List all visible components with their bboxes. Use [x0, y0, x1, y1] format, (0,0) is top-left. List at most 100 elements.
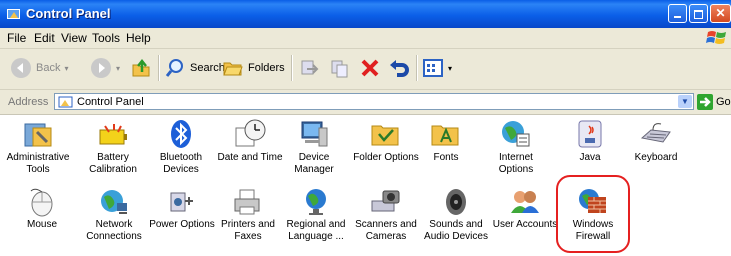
close-icon: ✕ [715, 6, 726, 20]
views-icon [423, 59, 443, 77]
item-label: Regional and Language ... [286, 219, 346, 242]
keyboard-icon [640, 123, 671, 143]
item-sounds-and-audio-devices[interactable]: Sounds and Audio Devices [420, 187, 492, 243]
windows-firewall-highlight [556, 175, 630, 253]
menu-edit[interactable]: Edit [34, 31, 55, 45]
item-label: Device Manager [294, 152, 334, 175]
folders-button[interactable]: Folders [222, 53, 285, 83]
control-panel-icon [58, 96, 73, 108]
go-button[interactable]: Go [697, 93, 731, 111]
network-connections-icon [101, 190, 127, 214]
item-label: Keyboard [634, 152, 678, 163]
title-bar: Control Panel ✕ [0, 0, 731, 28]
views-dropdown-icon[interactable]: ▾ [448, 64, 452, 73]
address-label: Address [8, 96, 49, 108]
delete-icon [361, 59, 379, 77]
folders-label: Folders [248, 62, 285, 74]
windows-logo-icon [706, 31, 726, 44]
search-icon [165, 59, 183, 77]
battery-calibration-icon [99, 124, 127, 145]
close-button[interactable]: ✕ [710, 4, 731, 23]
move-to-icon [301, 60, 319, 75]
item-internet-options[interactable]: Internet Options [480, 118, 552, 176]
forward-arrow-icon [91, 58, 111, 78]
user-accounts-icon [511, 191, 539, 213]
item-user-accounts[interactable]: User Accounts [489, 187, 561, 231]
item-label: Network Connections [86, 219, 142, 242]
device-manager-icon [301, 121, 328, 147]
item-label: Administrative Tools [6, 152, 70, 175]
item-battery-calibration[interactable]: Battery Calibration [77, 118, 149, 176]
address-field[interactable]: Control Panel ▼ [54, 93, 694, 110]
item-label: Date and Time [217, 152, 283, 163]
item-java[interactable]: Java [554, 118, 626, 164]
item-administrative-tools[interactable]: Administrative Tools [2, 118, 74, 176]
restore-icon [694, 10, 703, 19]
move-to-button[interactable] [299, 53, 321, 83]
back-button[interactable]: Back ▾ [10, 53, 68, 83]
toolbar-separator [158, 55, 160, 81]
control-panel-icon [7, 9, 20, 19]
item-device-manager[interactable]: Device Manager [278, 118, 350, 176]
up-button[interactable] [130, 53, 152, 83]
maximize-button[interactable] [689, 4, 708, 23]
item-date-and-time[interactable]: Date and Time [214, 118, 286, 164]
java-icon [578, 120, 602, 148]
printers-faxes-icon [234, 189, 260, 215]
item-fonts[interactable]: Fonts [410, 118, 482, 164]
item-mouse[interactable]: Mouse [6, 187, 78, 231]
copy-to-icon [331, 60, 348, 78]
address-value: Control Panel [77, 96, 144, 108]
search-button[interactable]: Search [164, 53, 225, 83]
item-regional-and-language[interactable]: Regional and Language ... [280, 187, 352, 243]
item-keyboard[interactable]: Keyboard [620, 118, 692, 164]
item-scanners-and-cameras[interactable]: Scanners and Cameras [350, 187, 422, 243]
administrative-tools-icon [24, 123, 52, 147]
sounds-audio-icon [446, 189, 466, 215]
copy-to-button[interactable] [329, 53, 351, 83]
forward-dropdown-icon[interactable]: ▾ [116, 64, 120, 73]
power-options-icon [170, 192, 193, 212]
undo-icon [390, 60, 409, 77]
minimize-icon [674, 16, 681, 18]
undo-button[interactable] [388, 53, 410, 83]
item-label: Printers and Faxes [221, 219, 275, 242]
toolbar-separator [416, 55, 418, 81]
folder-options-icon [371, 125, 399, 146]
internet-options-icon [502, 121, 530, 147]
toolbar: Back ▾ ▾ Search Folders ▾ [0, 49, 731, 90]
item-label: Java [579, 152, 601, 163]
address-bar: Address Control Panel ▼ Go [0, 90, 731, 115]
search-label: Search [190, 62, 225, 74]
item-label: Mouse [26, 219, 57, 230]
up-folder-icon [132, 58, 150, 77]
item-printers-and-faxes[interactable]: Printers and Faxes [212, 187, 284, 243]
scanners-cameras-icon [371, 190, 400, 212]
back-dropdown-icon[interactable]: ▾ [64, 64, 68, 73]
item-label: Power Options [149, 219, 215, 230]
back-arrow-icon [11, 58, 31, 78]
mouse-icon [30, 188, 53, 217]
minimize-button[interactable] [668, 4, 687, 23]
back-label: Back [36, 62, 61, 74]
views-button[interactable]: ▾ [422, 53, 452, 83]
forward-button[interactable]: ▾ [90, 53, 120, 83]
menu-help[interactable]: Help [126, 31, 151, 45]
delete-button[interactable] [359, 53, 381, 83]
item-network-connections[interactable]: Network Connections [78, 187, 150, 243]
toolbar-separator [291, 55, 293, 81]
date-time-icon [235, 119, 266, 147]
regional-language-icon [306, 189, 326, 215]
go-arrow-icon [697, 94, 713, 110]
item-label: Sounds and Audio Devices [424, 219, 488, 242]
folders-icon [223, 62, 243, 76]
menu-view[interactable]: View [61, 31, 87, 45]
item-bluetooth-devices[interactable]: Bluetooth Devices [145, 118, 217, 176]
item-label: Internet Options [498, 152, 534, 175]
address-dropdown-icon[interactable]: ▼ [678, 95, 692, 108]
menu-tools[interactable]: Tools [92, 31, 120, 45]
menu-file[interactable]: File [7, 31, 26, 45]
window-title: Control Panel [26, 6, 111, 21]
item-power-options[interactable]: Power Options [146, 187, 218, 231]
item-label: User Accounts [492, 219, 558, 230]
